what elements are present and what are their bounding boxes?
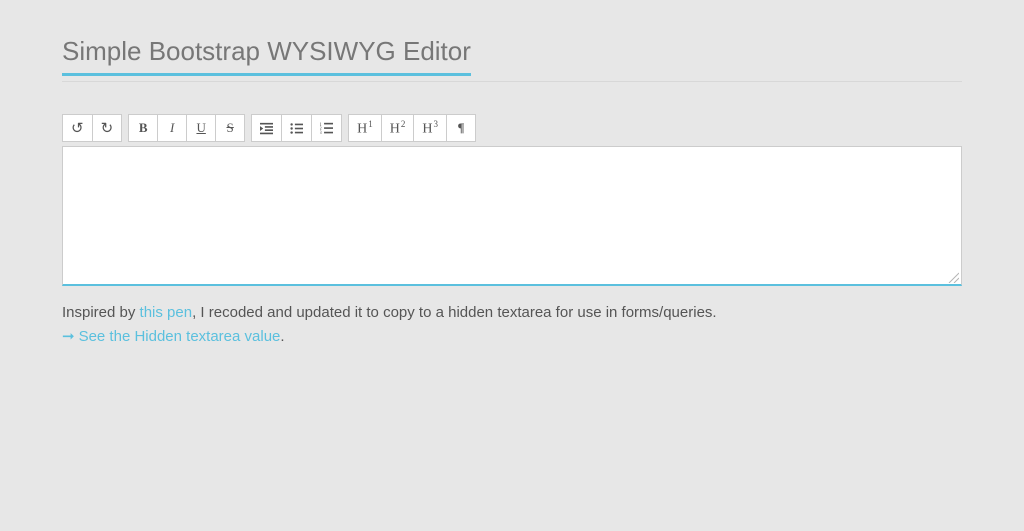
indent-button[interactable] (251, 114, 282, 142)
editor-content-area[interactable] (62, 146, 962, 286)
paragraph-button[interactable]: ¶ (446, 114, 476, 142)
italic-button[interactable]: I (157, 114, 187, 142)
bold-icon: B (139, 120, 148, 136)
page-title: Simple Bootstrap WYSIWYG Editor (62, 36, 471, 76)
description-suffix: , I recoded and updated it to copy to a … (192, 304, 717, 321)
bold-button[interactable]: B (128, 114, 158, 142)
underline-button[interactable]: U (186, 114, 216, 142)
description-text: Inspired by this pen, I recoded and upda… (62, 304, 962, 321)
indent-icon (260, 122, 273, 135)
h3-icon: H3 (422, 119, 438, 138)
see-hidden-link[interactable]: See the Hidden textarea value (79, 328, 281, 345)
redo-button[interactable]: ↻ (92, 114, 123, 142)
see-hidden-period: . (280, 328, 284, 345)
unordered-list-icon (290, 122, 303, 135)
h1-button[interactable]: H1 (348, 114, 382, 142)
svg-text:3: 3 (320, 131, 322, 135)
h2-icon: H2 (390, 119, 406, 138)
inspiration-link[interactable]: this pen (140, 304, 193, 321)
h1-icon: H1 (357, 119, 373, 138)
title-divider (62, 81, 962, 82)
italic-icon: I (170, 120, 174, 136)
ordered-list-button[interactable]: 123 (311, 114, 342, 142)
heading-group: H1 H2 H3 ¶ (348, 114, 476, 142)
arrow-right-icon: ➞ (62, 328, 75, 345)
underline-icon: U (196, 120, 205, 136)
ordered-list-icon: 123 (320, 122, 333, 135)
h2-button[interactable]: H2 (381, 114, 415, 142)
paragraph-icon: ¶ (458, 120, 465, 136)
redo-icon: ↻ (101, 119, 114, 138)
resize-handle-icon (947, 270, 959, 282)
editor-toolbar: ↺ ↻ B I U S (62, 114, 962, 142)
unordered-list-button[interactable] (281, 114, 312, 142)
list-group: 123 (251, 114, 342, 142)
text-style-group: B I U S (128, 114, 245, 142)
history-group: ↺ ↻ (62, 114, 122, 142)
see-hidden-row: ➞See the Hidden textarea value. (62, 327, 962, 345)
strike-icon: S (227, 120, 234, 136)
h3-button[interactable]: H3 (413, 114, 447, 142)
undo-button[interactable]: ↺ (62, 114, 93, 142)
undo-icon: ↺ (71, 119, 84, 138)
strike-button[interactable]: S (215, 114, 245, 142)
description-prefix: Inspired by (62, 304, 140, 321)
